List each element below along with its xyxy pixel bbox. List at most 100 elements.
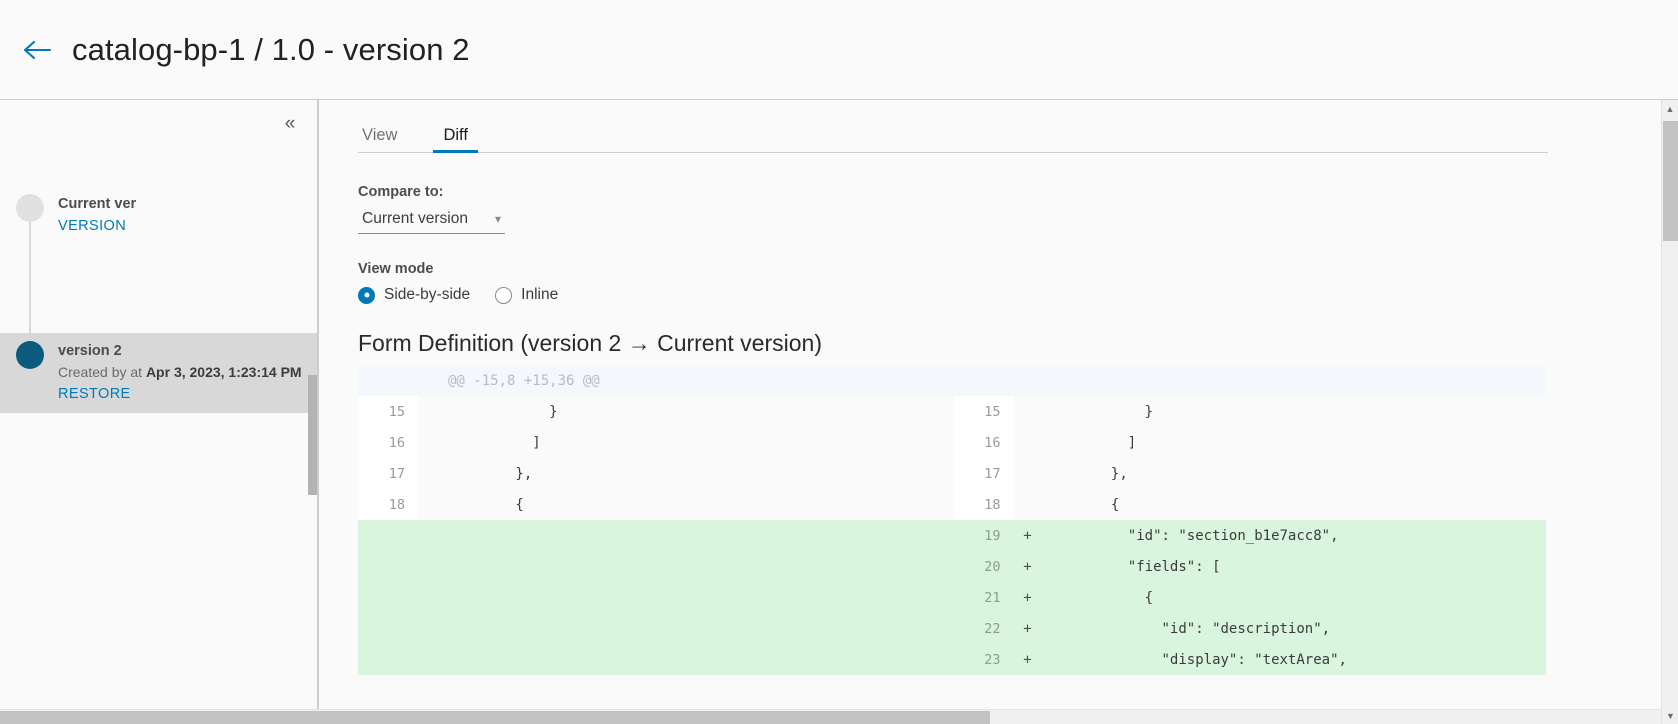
restore-link[interactable]: RESTORE: [58, 386, 131, 402]
radio-side-by-side[interactable]: Side-by-side: [358, 286, 470, 304]
version-name: Current ver:: [58, 196, 136, 212]
diff-row: 17 }, 17 },: [358, 458, 1546, 489]
tab-view[interactable]: View: [358, 126, 401, 153]
version-item-current[interactable]: Current ver: VERSION: [0, 182, 317, 245]
sidebar-scrollbar-thumb[interactable]: [308, 375, 317, 495]
version-item-text: version 2 Created by at Apr 3, 2023, 1:2…: [58, 341, 302, 403]
view-mode-radio-group: Side-by-side Inline: [358, 286, 1678, 304]
left-line-number: 15: [358, 396, 418, 427]
left-change-sign: [418, 520, 446, 551]
version-name: version 2: [58, 343, 122, 359]
left-line-number: [358, 366, 418, 396]
left-line-number: 16: [358, 427, 418, 458]
left-change-sign: [418, 396, 446, 427]
left-change-sign: [418, 366, 446, 396]
back-arrow-icon[interactable]: [14, 27, 60, 73]
diff-row: 15 } 15 }: [358, 396, 1546, 427]
left-line-number: [358, 582, 418, 613]
diff-row: 21 + {: [358, 582, 1546, 613]
tab-diff[interactable]: Diff: [433, 126, 479, 153]
diff-row: @@ -15,8 +15,36 @@: [358, 366, 1546, 396]
right-line-number: 23: [953, 644, 1014, 675]
right-code-line: }: [1041, 396, 1546, 427]
right-code-line: "fields": [: [1041, 551, 1546, 582]
vertical-scrollbar-thumb[interactable]: [1663, 121, 1678, 241]
diff-table: @@ -15,8 +15,36 @@ 15 } 15 } 16 ] 16 ] 17 }, 1…: [358, 366, 1546, 675]
right-change-sign: [1013, 458, 1042, 489]
version-item-version-2[interactable]: version 2 Created by at Apr 3, 2023, 1:2…: [0, 333, 317, 413]
right-line-number: 21: [953, 582, 1014, 613]
right-line-number: 20: [953, 551, 1014, 582]
version-item-text: Current ver: VERSION: [58, 194, 136, 235]
left-code-line: [446, 644, 951, 675]
page-horizontal-scrollbar[interactable]: [0, 709, 1661, 724]
page-vertical-scrollbar[interactable]: ▲ ▼: [1661, 100, 1678, 724]
left-code-line: }: [446, 396, 951, 427]
left-line-number: 18: [358, 489, 418, 520]
right-change-sign: +: [1013, 520, 1042, 551]
scroll-down-arrow-icon[interactable]: ▼: [1662, 707, 1678, 724]
main-panel: View Diff Compare to: Current version ▾ …: [318, 100, 1678, 724]
left-code-line: {: [446, 489, 951, 520]
right-code-line: ]: [1041, 427, 1546, 458]
compare-to-select[interactable]: Current version ▾: [358, 208, 505, 234]
left-code-line: [446, 613, 951, 644]
right-code-line: {: [1041, 489, 1546, 520]
compare-to-label: Compare to:: [358, 184, 444, 200]
left-line-number: [358, 551, 418, 582]
left-line-number: [358, 520, 418, 551]
right-line-number: 15: [953, 396, 1014, 427]
right-change-sign: [1013, 366, 1042, 396]
radio-inline[interactable]: Inline: [495, 286, 558, 304]
right-change-sign: [1013, 427, 1042, 458]
right-change-sign: +: [1013, 644, 1042, 675]
right-code-line: [1041, 366, 1546, 396]
diff-row: 23 + "display": "textArea",: [358, 644, 1546, 675]
horizontal-scrollbar-thumb[interactable]: [0, 711, 990, 724]
right-code-line: "display": "textArea",: [1041, 644, 1546, 675]
right-line-number: [953, 366, 1014, 396]
diff-heading: Form Definition (version 2 → Current ver…: [358, 330, 822, 356]
right-change-sign: [1013, 489, 1042, 520]
diff-row: 16 ] 16 ]: [358, 427, 1546, 458]
radio-label: Inline: [521, 286, 559, 303]
left-code-line: [446, 582, 951, 613]
left-change-sign: [418, 427, 446, 458]
left-code-line: [446, 520, 951, 551]
compare-to-value: Current version: [362, 210, 468, 227]
page-body: « Current ver: VERSION version 2 Created: [0, 99, 1678, 724]
radio-indicator: [495, 286, 513, 304]
diff-row: 18 {18 {: [358, 489, 1546, 520]
right-line-number: 18: [953, 489, 1014, 520]
diff-row: 20 + "fields": [: [358, 551, 1546, 582]
view-mode-label: View mode: [358, 261, 434, 277]
left-code-line: ]: [446, 427, 951, 458]
left-change-sign: [418, 489, 446, 520]
radio-indicator: [358, 286, 375, 304]
timeline-dot: [16, 194, 44, 222]
right-line-number: 22: [953, 613, 1014, 644]
left-change-sign: [418, 613, 446, 644]
panel-divider: [318, 100, 319, 724]
version-diff-page: catalog-bp-1 / 1.0 - version 2 « Current…: [0, 0, 1678, 724]
right-code-line: "id": "section_b1e7acc8",: [1041, 520, 1546, 551]
page-header: catalog-bp-1 / 1.0 - version 2: [0, 0, 1678, 99]
left-change-sign: [418, 551, 446, 582]
right-code-line: {: [1041, 582, 1546, 613]
right-line-number: 19: [953, 520, 1014, 551]
left-code-line: },: [446, 458, 951, 489]
version-link[interactable]: VERSION: [58, 218, 126, 234]
timeline-dot-active: [16, 341, 44, 369]
left-code-line: [446, 551, 951, 582]
right-line-number: 16: [953, 427, 1014, 458]
right-code-line: },: [1041, 458, 1546, 489]
left-line-number: [358, 613, 418, 644]
diff-viewport: @@ -15,8 +15,36 @@ 15 } 15 } 16 ] 16 ] 17 }, 1…: [358, 366, 1678, 686]
timeline-gap: [0, 245, 317, 333]
left-code-line: @@ -15,8 +15,36 @@: [446, 366, 951, 396]
scroll-up-arrow-icon[interactable]: ▲: [1662, 100, 1678, 117]
left-change-sign: [418, 582, 446, 613]
version-sidebar: « Current ver: VERSION version 2 Created: [0, 100, 318, 724]
version-meta: Created by at Apr 3, 2023, 1:23:14 PM: [58, 362, 302, 382]
tab-bar: View Diff: [358, 100, 1548, 153]
